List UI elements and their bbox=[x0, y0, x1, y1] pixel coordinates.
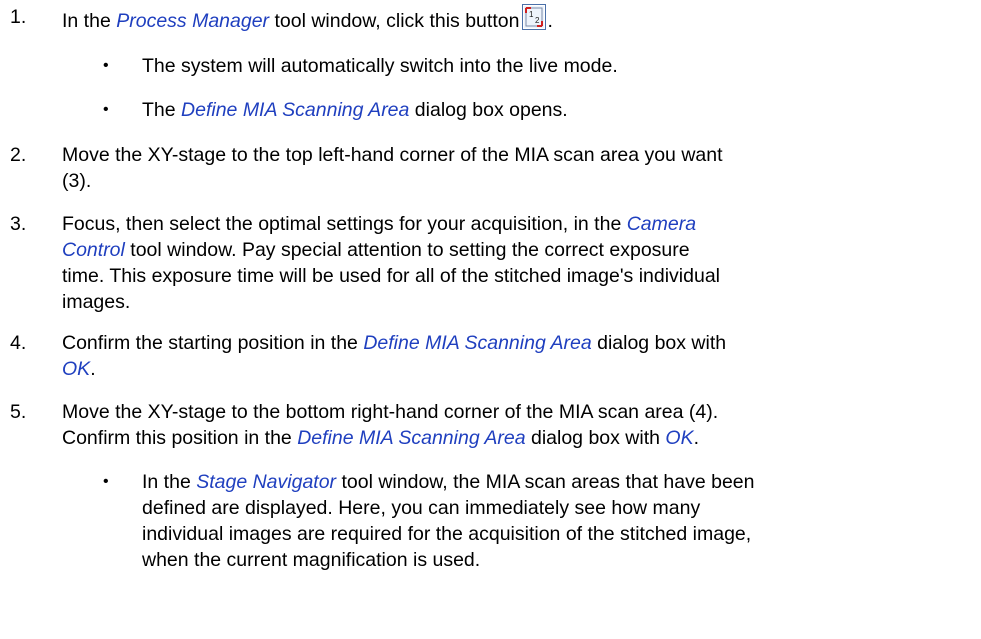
step-text: dialog box with bbox=[525, 427, 666, 449]
ui-reference-control: Control bbox=[62, 239, 125, 261]
step-text: Confirm this position in the bbox=[62, 427, 298, 449]
svg-text:2: 2 bbox=[535, 16, 540, 25]
ui-reference-camera: Camera bbox=[626, 213, 697, 235]
bullet-glyph: • bbox=[103, 473, 109, 490]
bullet-text: tool window, the MIA scan areas that hav… bbox=[336, 471, 755, 493]
step-text: In the bbox=[62, 10, 117, 32]
bullet-text: individual images are required for the a… bbox=[142, 523, 752, 545]
define-mia-area-button-icon: 1 2 bbox=[522, 4, 547, 30]
bullet-text: The system will automatically switch int… bbox=[142, 55, 618, 77]
bullet-text: In the bbox=[142, 471, 197, 493]
step-text: tool window, click this button bbox=[269, 10, 520, 32]
ui-reference-define-mia-scanning-area: Define MIA Scanning Area bbox=[297, 427, 526, 449]
step-text-end: . bbox=[693, 427, 700, 449]
step-text: tool window. Pay special attention to se… bbox=[124, 239, 690, 261]
bullet-glyph: • bbox=[103, 101, 109, 118]
step-number: 2. bbox=[10, 144, 27, 166]
ui-reference-ok: OK bbox=[62, 358, 91, 380]
mia-define-area-icon: 1 2 bbox=[525, 7, 544, 27]
step-number: 5. bbox=[10, 401, 27, 423]
ui-reference-define-mia-scanning-area: Define MIA Scanning Area bbox=[181, 99, 410, 121]
step-text: images. bbox=[62, 291, 131, 313]
instruction-document: 1. In the Process Manager tool window, c… bbox=[0, 0, 981, 639]
step-number: 4. bbox=[10, 332, 27, 354]
svg-text:1: 1 bbox=[529, 10, 534, 19]
bullet-text: defined are displayed. Here, you can imm… bbox=[142, 497, 701, 519]
step-text: (3). bbox=[62, 170, 92, 192]
step-text: Move the XY-stage to the bottom right-ha… bbox=[62, 401, 719, 423]
step-text-end: . bbox=[547, 10, 553, 32]
ui-reference-define-mia-scanning-area: Define MIA Scanning Area bbox=[363, 332, 592, 354]
step-number: 3. bbox=[10, 213, 27, 235]
bullet-text: when the current magnification is used. bbox=[142, 549, 481, 571]
bullet-text: dialog box opens. bbox=[409, 99, 568, 121]
step-text: time. This exposure time will be used fo… bbox=[62, 265, 721, 287]
ui-reference-ok: OK bbox=[665, 427, 694, 449]
bullet-text: The bbox=[142, 99, 182, 121]
step-text: dialog box with bbox=[591, 332, 727, 354]
step-text-end: . bbox=[90, 358, 96, 380]
step-text: Move the XY-stage to the top left-hand c… bbox=[62, 144, 723, 166]
bullet-glyph: • bbox=[103, 57, 109, 74]
step-text: Confirm the starting position in the bbox=[62, 332, 364, 354]
ui-reference-process-manager: Process Manager bbox=[116, 10, 270, 32]
step-text: Focus, then select the optimal settings … bbox=[62, 213, 627, 235]
ui-reference-stage-navigator: Stage Navigator bbox=[196, 471, 337, 493]
step-number: 1. bbox=[10, 6, 27, 28]
